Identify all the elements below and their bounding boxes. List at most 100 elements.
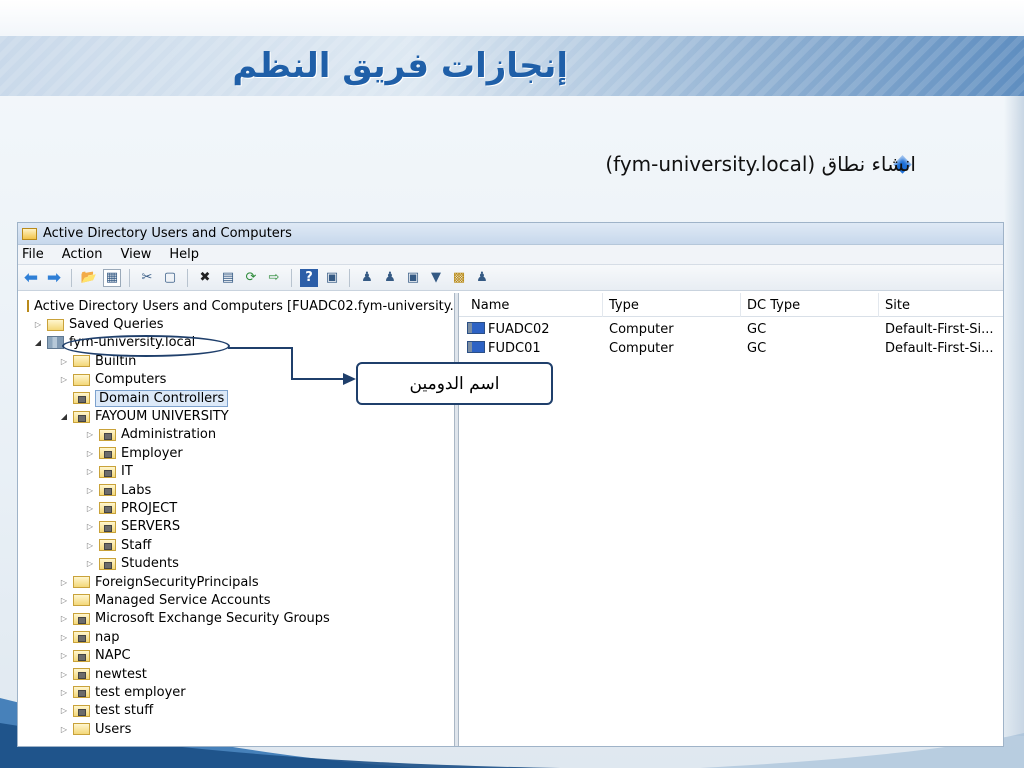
tree-item-napc[interactable]: ▷ NAPC (18, 646, 454, 664)
show-console-icon[interactable]: ▣ (323, 269, 341, 287)
tree-pane[interactable]: Active Directory Users and Computers [FU… (18, 293, 455, 746)
export-icon[interactable]: ⇨ (265, 269, 283, 287)
domain-highlight-ellipse (62, 335, 230, 357)
tree-item-label: SERVERS (121, 519, 181, 535)
expander-closed-icon[interactable]: ▷ (84, 541, 96, 550)
column-header-name[interactable]: Name (465, 293, 603, 317)
expander-closed-icon[interactable]: ▷ (58, 375, 70, 384)
expander-closed-icon[interactable]: ▷ (58, 357, 70, 366)
tree-item-servers[interactable]: ▷ SERVERS (18, 518, 454, 536)
tree-item-administration[interactable]: ▷ Administration (18, 426, 454, 444)
forward-icon[interactable]: ➡ (45, 268, 63, 288)
add-user-icon[interactable]: ♟ (358, 269, 376, 287)
tree-item-label: Managed Service Accounts (95, 592, 271, 608)
expander-closed-icon[interactable]: ▷ (58, 725, 70, 734)
tree-item-saved-queries[interactable]: ▷ Saved Queries (18, 315, 454, 333)
tree-item-label: FAYOUM UNIVERSITY (95, 409, 229, 425)
organizational-unit-icon (99, 502, 116, 515)
expander-closed-icon[interactable]: ▷ (84, 504, 96, 513)
domain-icon (47, 336, 64, 350)
find-icon[interactable]: ▩ (450, 269, 468, 287)
delegate-icon[interactable]: ♟ (473, 269, 491, 287)
expander-closed-icon[interactable]: ▷ (58, 578, 70, 587)
show-tree-icon[interactable]: ▦ (103, 268, 121, 287)
menu-action[interactable]: Action (62, 247, 103, 262)
expander-closed-icon[interactable]: ▷ (58, 614, 70, 623)
add-ou-icon[interactable]: ▣ (404, 269, 422, 287)
table-cell: FUADC02 (467, 322, 550, 337)
tree-item-label: Staff (121, 537, 152, 553)
content-panes: Active Directory Users and Computers [FU… (18, 293, 1003, 746)
tree-root[interactable]: Active Directory Users and Computers [FU… (18, 297, 454, 315)
tree-item-employer[interactable]: ▷ Employer (18, 444, 454, 462)
cut-icon[interactable]: ✂ (138, 269, 156, 287)
tree-item-test-stuff[interactable]: ▷ test stuff (18, 702, 454, 720)
properties-icon[interactable]: ▤ (219, 269, 237, 287)
expander-closed-icon[interactable]: ▷ (84, 467, 96, 476)
tree-item-test-employer[interactable]: ▷ test employer (18, 683, 454, 701)
add-group-icon[interactable]: ♟ (381, 269, 399, 287)
refresh-icon[interactable]: ⟳ (242, 269, 260, 287)
table-cell: Computer (609, 341, 674, 356)
toolbar-separator (71, 268, 72, 287)
expander-closed-icon[interactable]: ▷ (58, 670, 70, 679)
column-header-type[interactable]: Type (603, 293, 741, 317)
tree-item-microsoft-exchange-security-groups[interactable]: ▷ Microsoft Exchange Security Groups (18, 610, 454, 628)
copy-icon[interactable]: ▢ (161, 269, 179, 287)
expander-closed-icon[interactable]: ▷ (58, 633, 70, 642)
organizational-unit-icon (99, 428, 116, 441)
expander-closed-icon[interactable]: ▷ (84, 522, 96, 531)
tree-item-fayoum-university[interactable]: ◢ FAYOUM UNIVERSITY (18, 407, 454, 425)
tree-item-foreignsecurityprincipals[interactable]: ▷ ForeignSecurityPrincipals (18, 573, 454, 591)
filter-icon[interactable]: ▼ (427, 269, 445, 287)
column-header-dc-type[interactable]: DC Type (741, 293, 879, 317)
computer-icon (467, 341, 485, 353)
expander-closed-icon[interactable]: ▷ (58, 651, 70, 660)
expander-closed-icon[interactable]: ▷ (58, 596, 70, 605)
delete-icon[interactable]: ✖ (196, 269, 214, 287)
expander-closed-icon[interactable]: ▷ (84, 486, 96, 495)
tree-item-it[interactable]: ▷ IT (18, 463, 454, 481)
tree-item-students[interactable]: ▷ Students (18, 554, 454, 572)
expander-closed-icon[interactable]: ▷ (84, 559, 96, 568)
expander-closed-icon[interactable]: ▷ (58, 706, 70, 715)
expander-open-icon[interactable]: ◢ (32, 338, 44, 347)
tree-item-label: Computers (95, 372, 167, 388)
tree-item-label: test stuff (95, 703, 154, 719)
up-folder-icon[interactable]: 📂 (80, 269, 98, 287)
console-icon (22, 227, 37, 240)
tree-item-label: IT (121, 464, 133, 480)
tree-root-label: Active Directory Users and Computers [FU… (34, 298, 455, 314)
organizational-unit-icon (73, 649, 90, 662)
tree-item-users[interactable]: ▷ Users (18, 720, 454, 738)
tree-item-label: test employer (95, 684, 186, 700)
menu-file[interactable]: File (22, 247, 44, 262)
expander-closed-icon[interactable]: ▷ (84, 449, 96, 458)
folder-icon (73, 723, 90, 736)
expander-closed-icon[interactable]: ▷ (58, 688, 70, 697)
tree-item-newtest[interactable]: ▷ newtest (18, 665, 454, 683)
column-header-site[interactable]: Site (879, 293, 1003, 317)
expander-closed-icon[interactable]: ▷ (32, 320, 44, 329)
back-icon[interactable]: ⬅ (22, 268, 40, 288)
tree-item-labs[interactable]: ▷ Labs (18, 481, 454, 499)
menu-view[interactable]: View (120, 247, 151, 262)
tree-item-managed-service-accounts[interactable]: ▷ Managed Service Accounts (18, 591, 454, 609)
tree-item-staff[interactable]: ▷ Staff (18, 536, 454, 554)
list-pane[interactable]: Name Type DC Type Site FUADC02 Computer GC… (459, 293, 1003, 746)
expander-closed-icon[interactable]: ▷ (84, 430, 96, 439)
table-cell: GC (747, 341, 767, 356)
domain-children: ▷ Builtin ▷ Computers Domain Controllers ◢ FAY… (18, 352, 454, 738)
expander-open-icon[interactable]: ◢ (58, 412, 70, 421)
table-row[interactable]: FUDC01 Computer GC Default-First-Si... (459, 340, 1003, 359)
window-titlebar[interactable]: Active Directory Users and Computers (18, 223, 1003, 245)
menu-bar: File Action View Help (18, 245, 1003, 265)
tree-item-project[interactable]: ▷ PROJECT (18, 499, 454, 517)
tree-item-nap[interactable]: ▷ nap (18, 628, 454, 646)
organizational-unit-icon (99, 484, 116, 497)
table-row[interactable]: FUADC02 Computer GC Default-First-Si... (459, 321, 1003, 340)
help-icon[interactable]: ? (300, 268, 318, 287)
slide-right-edge (1004, 96, 1024, 736)
menu-help[interactable]: Help (169, 247, 199, 262)
organizational-unit-icon (73, 686, 90, 699)
